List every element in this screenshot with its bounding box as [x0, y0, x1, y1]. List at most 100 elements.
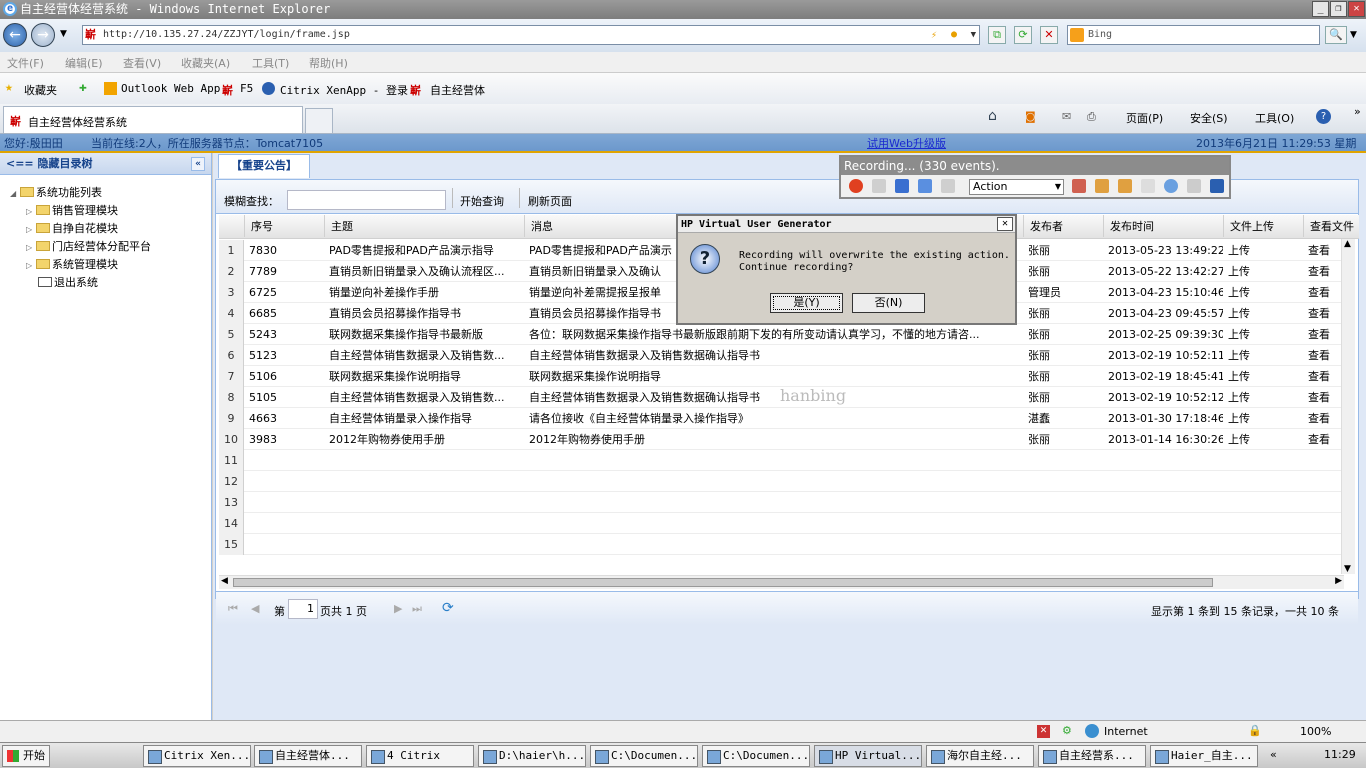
cell-up[interactable]: 上传	[1228, 303, 1298, 324]
help-icon[interactable]: ?	[1316, 109, 1331, 124]
tools-menu[interactable]: 工具(O)	[1255, 110, 1294, 126]
compatibility-view-icon[interactable]: ⧉	[988, 26, 1006, 44]
address-dropdown-icon[interactable]: ▼	[971, 26, 976, 44]
page-number-input[interactable]: 1	[288, 599, 318, 619]
start-transaction-icon[interactable]	[1095, 179, 1109, 193]
cell-up[interactable]: 上传	[1228, 387, 1298, 408]
refresh-icon[interactable]: ⟳	[1014, 26, 1032, 44]
record-icon[interactable]	[849, 179, 863, 193]
last-page-icon[interactable]: ⏭	[412, 602, 422, 616]
chevron-right-icon[interactable]: »	[1354, 105, 1361, 118]
taskbar-item[interactable]: D:\haier\h...	[478, 745, 586, 767]
menu-file[interactable]: 文件(F)	[7, 55, 44, 71]
fav-citrix[interactable]: Citrix XenApp - 登录	[280, 82, 408, 98]
comment-icon[interactable]	[1164, 179, 1178, 193]
table-row[interactable]: 6 5123 自主经营体销售数据录入及销售数... 自主经营体销售数据录入及销售数据确…	[219, 345, 1343, 366]
taskbar-item[interactable]: Haier_自主...	[1150, 745, 1258, 767]
restore-button[interactable]: ❐	[1330, 1, 1347, 17]
addon-icon[interactable]: ⚙	[1062, 724, 1072, 737]
taskbar-item[interactable]: HP Virtual...	[814, 745, 922, 767]
table-row[interactable]: 5 5243 联网数据采集操作指导书最新版 各位：联网数据采集操作指导书最新版跟前期下…	[219, 324, 1343, 345]
taskbar-item[interactable]: Citrix Xen...	[143, 745, 251, 767]
mail-icon[interactable]: ✉	[1062, 110, 1071, 123]
col-view[interactable]: 查看文件	[1303, 215, 1354, 237]
tree-item-sales[interactable]: ▷ 销售管理模块	[26, 202, 118, 218]
feeds-icon[interactable]: ◙	[1025, 110, 1036, 123]
minimize-button[interactable]: _	[1312, 1, 1329, 17]
next-page-icon[interactable]: ▶	[394, 602, 402, 615]
safety-menu[interactable]: 安全(S)	[1190, 110, 1228, 126]
pause-icon[interactable]	[918, 179, 932, 193]
first-page-icon[interactable]: ⏮	[228, 602, 238, 616]
tree-item-system[interactable]: ▷ 系统管理模块	[26, 256, 118, 272]
play-icon[interactable]	[872, 179, 886, 193]
menu-edit[interactable]: 编辑(E)	[65, 55, 103, 71]
action-select[interactable]: Action ▼	[969, 179, 1064, 195]
compat-icon[interactable]: ⚡	[931, 27, 937, 45]
col-time[interactable]: 发布时间	[1103, 215, 1154, 237]
security-icon[interactable]: ●	[951, 26, 957, 44]
cell-up[interactable]: 上传	[1228, 324, 1298, 345]
back-button[interactable]: ←	[3, 23, 27, 47]
close-window-button[interactable]: ✕	[1348, 1, 1365, 17]
taskbar-item[interactable]: 自主经营系...	[1038, 745, 1146, 767]
cell-up[interactable]: 上传	[1228, 429, 1298, 450]
cell-up[interactable]: 上传	[1228, 345, 1298, 366]
fav-zzjyt[interactable]: 自主经营体	[430, 82, 485, 98]
dialog-close-icon[interactable]: ✕	[997, 217, 1013, 231]
stop-icon[interactable]	[895, 179, 909, 193]
menu-favorites[interactable]: 收藏夹(A)	[181, 55, 230, 71]
address-field[interactable]: 嶄 http://10.135.27.24/ZZJYT/login/frame.…	[82, 25, 980, 45]
favorites-button[interactable]: 收藏夹	[24, 82, 57, 98]
table-row[interactable]: 7 5106 联网数据采集操作说明指导 联网数据采集操作说明指导 张丽 2013-02-1…	[219, 366, 1343, 387]
protected-mode-icon[interactable]: 🔒	[1248, 724, 1262, 737]
table-row[interactable]: 9 4663 自主经营体销量录入操作指导 请各位接收《自主经营体销量录入操作指导》 湛蠢…	[219, 408, 1343, 429]
no-button[interactable]: 否(N)	[852, 293, 925, 313]
end-transaction-icon[interactable]	[1118, 179, 1132, 193]
blocked-icon[interactable]: ✕	[1037, 725, 1050, 738]
taskbar-item[interactable]: 4 Citrix	[366, 745, 474, 767]
tree-root[interactable]: ◢ 系统功能列表	[10, 184, 102, 200]
table-row[interactable]: 10 3983 2012年购物券使用手册 2012年购物券使用手册 张丽 2013-01-…	[219, 429, 1343, 450]
history-dropdown-icon[interactable]: ▼	[60, 29, 67, 39]
start-button[interactable]: 开始	[2, 745, 50, 767]
scroll-right-icon[interactable]: ▶	[1335, 576, 1342, 586]
cell-up[interactable]: 上传	[1228, 366, 1298, 387]
col-message[interactable]: 消息	[524, 215, 553, 237]
col-id[interactable]: 序号	[244, 215, 273, 237]
transaction-icon[interactable]	[1072, 179, 1086, 193]
col-subject[interactable]: 主题	[324, 215, 353, 237]
tab-notices[interactable]: 【重要公告】	[218, 154, 310, 178]
new-tab-button[interactable]	[305, 108, 333, 133]
cell-up[interactable]: 上传	[1228, 240, 1298, 261]
search-options-icon[interactable]: ▼	[1350, 30, 1357, 40]
fav-f5[interactable]: F5	[240, 82, 253, 95]
col-upload[interactable]: 文件上传	[1223, 215, 1274, 237]
tray-expand-icon[interactable]: «	[1270, 748, 1277, 761]
page-menu[interactable]: 页面(P)	[1126, 110, 1163, 126]
tree-item-store-platform[interactable]: ▷ 门店经营体分配平台	[26, 238, 151, 254]
cell-up[interactable]: 上传	[1228, 408, 1298, 429]
menu-view[interactable]: 查看(V)	[123, 55, 161, 71]
home-icon[interactable]: ⌂	[988, 108, 997, 124]
upgrade-link[interactable]: 试用Web升级版	[867, 134, 946, 153]
forward-button[interactable]: →	[31, 23, 55, 47]
fuzzy-search-input[interactable]	[287, 190, 446, 210]
search-go-icon[interactable]: 🔍	[1325, 26, 1347, 44]
col-publisher[interactable]: 发布者	[1023, 215, 1063, 237]
zoom-level[interactable]: 100%	[1300, 725, 1331, 738]
menu-help[interactable]: 帮助(H)	[309, 55, 348, 71]
copy-icon[interactable]	[1187, 179, 1201, 193]
refresh-page-button[interactable]: 刷新页面	[528, 193, 572, 209]
browser-tab[interactable]: 嶄 自主经营体经营系统	[3, 106, 303, 133]
vertical-scrollbar[interactable]: ▲ ▼	[1341, 239, 1355, 574]
menu-tools[interactable]: 工具(T)	[252, 55, 289, 71]
insert-icon[interactable]	[941, 179, 955, 193]
horizontal-scrollbar[interactable]: ◀ ▶	[219, 575, 1344, 589]
yes-button[interactable]: 是(Y)	[770, 293, 843, 313]
cell-up[interactable]: 上传	[1228, 282, 1298, 303]
tree-item-logout[interactable]: 退出系统	[38, 274, 98, 290]
prev-page-icon[interactable]: ◀	[251, 602, 259, 615]
scroll-up-icon[interactable]: ▲	[1344, 239, 1351, 249]
start-query-button[interactable]: 开始查询	[460, 193, 504, 209]
